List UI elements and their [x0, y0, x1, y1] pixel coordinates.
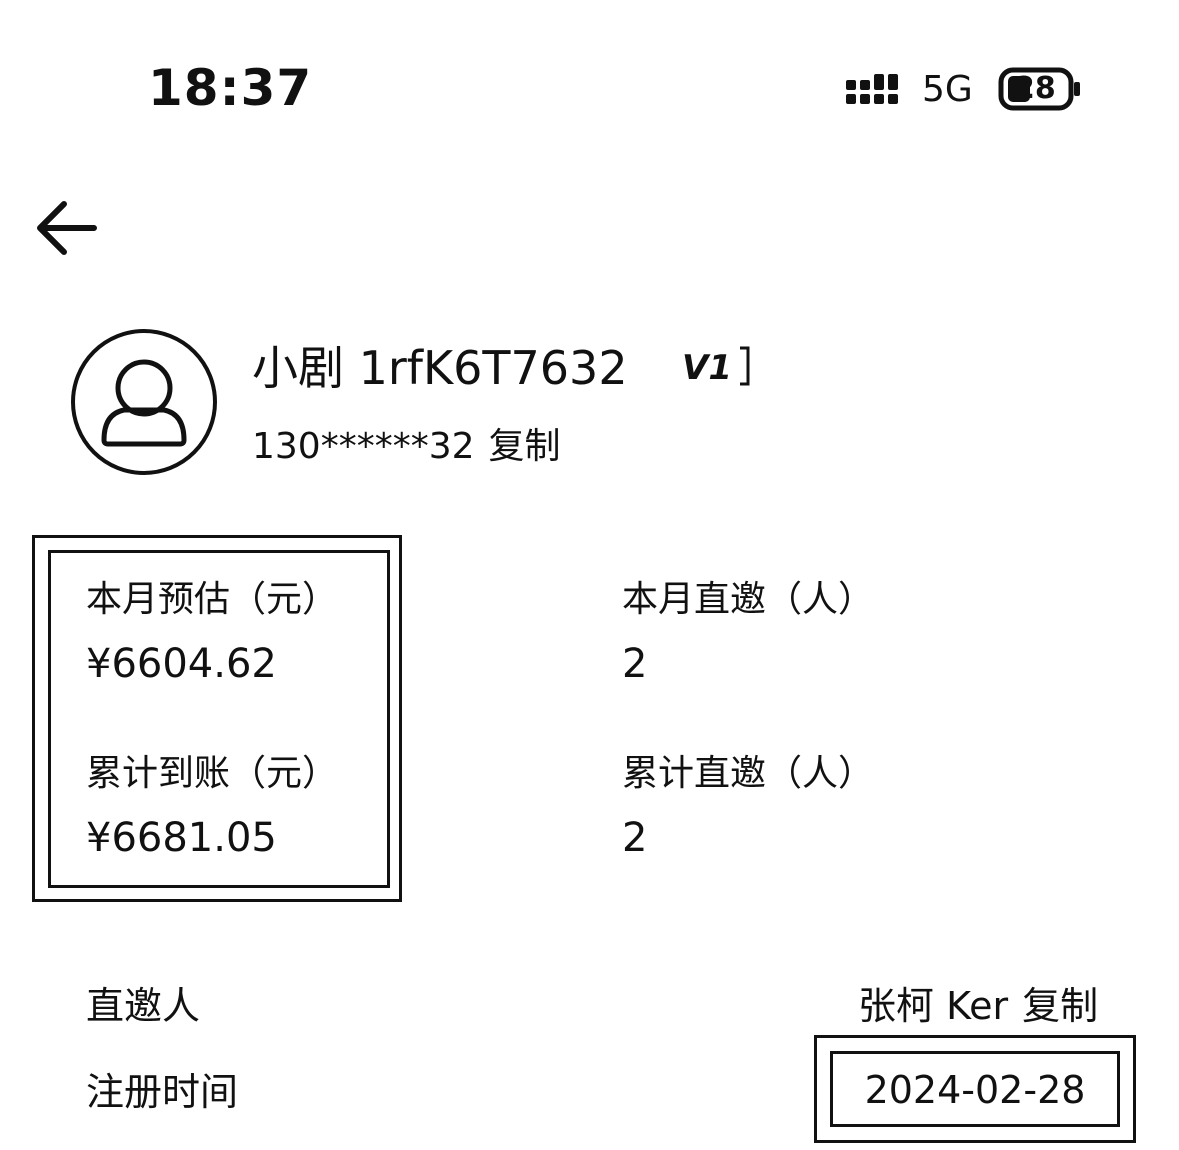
total-received-value: ¥6681.05 — [86, 815, 277, 861]
total-invite-value: 2 — [622, 815, 648, 861]
profile-name: 小剧 1rfK6T7632 — [252, 341, 628, 395]
vip-level-badge: V1 — [682, 348, 732, 388]
copy-inviter-button[interactable]: 复制 — [1022, 984, 1098, 1028]
month-estimate-label: 本月预估（元） — [86, 579, 339, 620]
inviter-value: 张柯 Ker 复制 — [858, 980, 1098, 1032]
register-time-label: 注册时间 — [86, 1070, 239, 1114]
register-date-value: 2024-02-28 — [864, 1068, 1086, 1112]
month-invite-value: 2 — [622, 641, 648, 687]
month-estimate-value: ¥6604.62 — [86, 641, 277, 687]
phone-number: 130******32 — [252, 426, 475, 467]
status-time: 18:37 — [148, 59, 313, 117]
profile-phone: 130******32 复制 — [252, 422, 561, 472]
battery-icon: 28 — [998, 66, 1084, 112]
inviter-label: 直邀人 — [86, 984, 201, 1028]
battery-level: 28 — [1014, 71, 1056, 106]
month-invite-label: 本月直邀（人） — [622, 579, 875, 620]
cellular-signal-icon — [846, 74, 898, 104]
badge-edge — [740, 346, 750, 386]
inviter-name: 张柯 Ker — [858, 984, 1009, 1028]
network-type: 5G — [922, 69, 973, 110]
copy-phone-button[interactable]: 复制 — [489, 426, 561, 467]
user-avatar-icon — [71, 329, 217, 475]
total-received-label: 累计到账（元） — [86, 753, 339, 794]
total-invite-label: 累计直邀（人） — [622, 753, 875, 794]
back-arrow-icon[interactable] — [36, 200, 98, 256]
